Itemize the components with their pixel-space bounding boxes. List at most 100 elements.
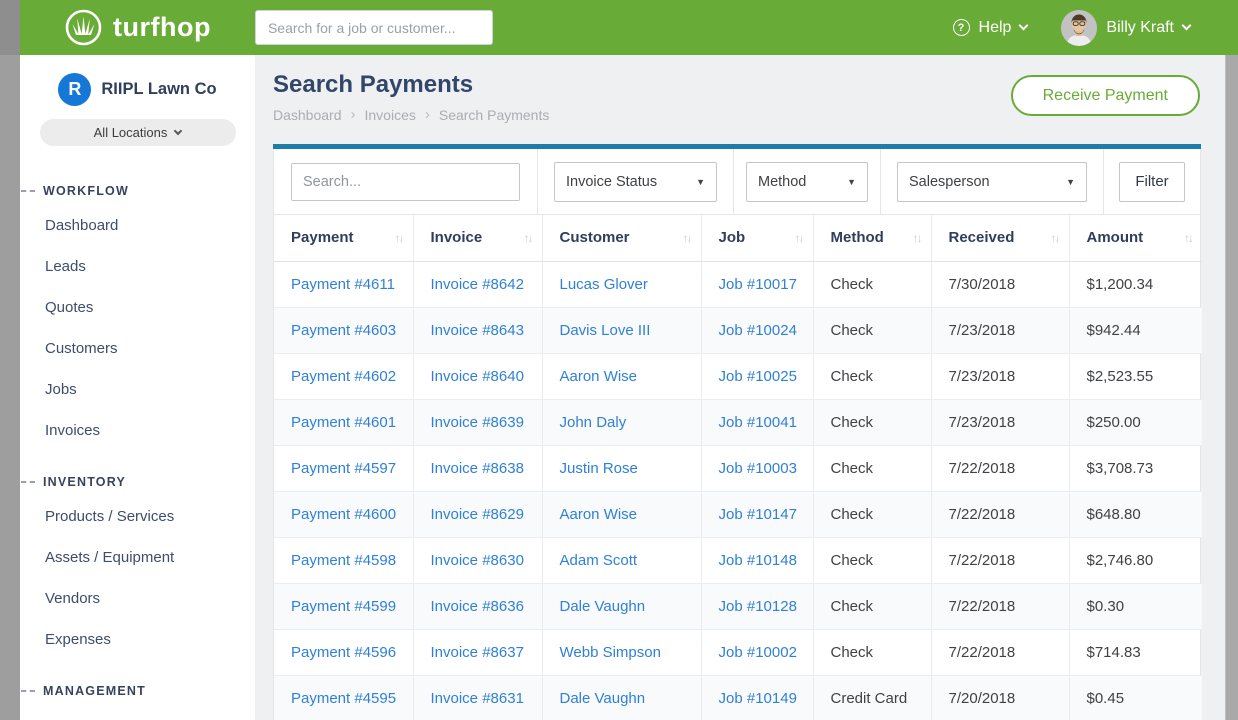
column-header-invoice[interactable]: Invoice↑↓ xyxy=(413,215,542,261)
column-header-amount[interactable]: Amount↑↓ xyxy=(1069,215,1202,261)
sidebar-item-assets-equipment[interactable]: Assets / Equipment xyxy=(20,537,255,578)
sidebar-item-leads[interactable]: Leads xyxy=(20,246,255,287)
customer-link[interactable]: Lucas Glover xyxy=(560,276,648,293)
payment-link[interactable]: Payment #4595 xyxy=(291,690,396,707)
invoice-link[interactable]: Invoice #8638 xyxy=(431,460,524,477)
cell-amount: $1,200.34 xyxy=(1069,261,1202,307)
job-link[interactable]: Job #10147 xyxy=(719,506,797,523)
cell-received: 7/23/2018 xyxy=(931,307,1069,353)
invoice-link[interactable]: Invoice #8639 xyxy=(431,414,524,431)
cell-method: Credit Card xyxy=(813,675,931,720)
payment-link[interactable]: Payment #4599 xyxy=(291,598,396,615)
customer-link[interactable]: Webb Simpson xyxy=(560,644,661,661)
job-link[interactable]: Job #10148 xyxy=(719,552,797,569)
invoice-link[interactable]: Invoice #8629 xyxy=(431,506,524,523)
sidebar-item-invoices[interactable]: Invoices xyxy=(20,410,255,451)
sidebar-item-jobs[interactable]: Jobs xyxy=(20,369,255,410)
cell-payment: Payment #4596 xyxy=(274,629,413,675)
job-link[interactable]: Job #10025 xyxy=(719,368,797,385)
cell-customer: Dale Vaughn xyxy=(542,675,701,720)
sidebar-item-dashboard[interactable]: Dashboard xyxy=(20,205,255,246)
column-header-payment[interactable]: Payment↑↓ xyxy=(274,215,413,261)
sidebar-item-vendors[interactable]: Vendors xyxy=(20,578,255,619)
filter-button-cell: Filter xyxy=(1104,149,1200,214)
method-select[interactable]: Method ▼ xyxy=(746,162,868,202)
sidebar-item-products-services[interactable]: Products / Services xyxy=(20,496,255,537)
customer-link[interactable]: John Daly xyxy=(560,414,627,431)
sort-icon[interactable]: ↑↓ xyxy=(683,231,691,245)
sidebar-item-customers[interactable]: Customers xyxy=(20,328,255,369)
job-link[interactable]: Job #10024 xyxy=(719,322,797,339)
invoice-link[interactable]: Invoice #8630 xyxy=(431,552,524,569)
job-link[interactable]: Job #10128 xyxy=(719,598,797,615)
column-header-received[interactable]: Received ↑↓ xyxy=(931,215,1069,261)
column-header-job[interactable]: Job↑↓ xyxy=(701,215,813,261)
cell-amount: $714.83 xyxy=(1069,629,1202,675)
job-link[interactable]: Job #10017 xyxy=(719,276,797,293)
invoice-link[interactable]: Invoice #8642 xyxy=(431,276,524,293)
filter-bar: Invoice Status ▼ Method ▼ Salesperson ▼ … xyxy=(274,149,1200,215)
cell-job: Job #10003 xyxy=(701,445,813,491)
column-header-method[interactable]: Method↑↓ xyxy=(813,215,931,261)
job-link[interactable]: Job #10002 xyxy=(719,644,797,661)
cell-amount: $648.80 xyxy=(1069,491,1202,537)
invoice-link[interactable]: Invoice #8640 xyxy=(431,368,524,385)
sort-icon[interactable]: ↑↓ xyxy=(395,231,403,245)
filter-button[interactable]: Filter xyxy=(1119,162,1185,202)
invoice-link[interactable]: Invoice #8637 xyxy=(431,644,524,661)
invoice-link[interactable]: Invoice #8643 xyxy=(431,322,524,339)
salesperson-select[interactable]: Salesperson ▼ xyxy=(897,162,1087,202)
sidebar-item-quotes[interactable]: Quotes xyxy=(20,287,255,328)
filter-status-cell: Invoice Status ▼ xyxy=(538,149,734,214)
global-search-input[interactable] xyxy=(255,10,493,45)
payment-link[interactable]: Payment #4603 xyxy=(291,322,396,339)
table-row: Payment #4599 Invoice #8636 Dale Vaughn Job… xyxy=(274,583,1202,629)
breadcrumb-item-dashboard[interactable]: Dashboard xyxy=(273,107,342,123)
locations-selector[interactable]: All Locations xyxy=(40,119,236,146)
payment-link[interactable]: Payment #4596 xyxy=(291,644,396,661)
invoice-link[interactable]: Invoice #8631 xyxy=(431,690,524,707)
sidebar-item-expenses[interactable]: Expenses xyxy=(20,619,255,660)
nav-section-workflow: WORKFLOW xyxy=(20,184,255,198)
column-header-customer[interactable]: Customer↑↓ xyxy=(542,215,701,261)
invoice-link[interactable]: Invoice #8636 xyxy=(431,598,524,615)
chevron-down-icon xyxy=(174,127,182,135)
brand[interactable]: turfhop xyxy=(64,8,211,47)
payment-link[interactable]: Payment #4600 xyxy=(291,506,396,523)
payment-link[interactable]: Payment #4598 xyxy=(291,552,396,569)
vertical-scrollbar[interactable] xyxy=(1225,55,1238,720)
left-edge-bar-top xyxy=(0,0,20,55)
help-icon: ? xyxy=(953,19,970,36)
sort-icon[interactable]: ↑↓ xyxy=(795,231,803,245)
sort-icon[interactable]: ↑↓ xyxy=(1184,231,1192,245)
job-link[interactable]: Job #10041 xyxy=(719,414,797,431)
sort-icon[interactable]: ↑↓ xyxy=(524,231,532,245)
receive-payment-button[interactable]: Receive Payment xyxy=(1011,75,1200,116)
select-arrow-icon: ▼ xyxy=(696,177,705,187)
sort-icon[interactable]: ↑↓ xyxy=(1051,231,1059,245)
customer-link[interactable]: Adam Scott xyxy=(560,552,638,569)
customer-link[interactable]: Dale Vaughn xyxy=(560,598,646,615)
customer-link[interactable]: Davis Love III xyxy=(560,322,651,339)
column-label: Received xyxy=(949,229,1015,246)
job-link[interactable]: Job #10003 xyxy=(719,460,797,477)
scrollbar-thumb[interactable] xyxy=(1225,55,1238,720)
payment-link[interactable]: Payment #4601 xyxy=(291,414,396,431)
section-dashes-icon xyxy=(21,190,35,192)
payment-link[interactable]: Payment #4611 xyxy=(291,276,395,293)
payment-link[interactable]: Payment #4602 xyxy=(291,368,396,385)
table-row: Payment #4611 Invoice #8642 Lucas Glover Jo… xyxy=(274,261,1202,307)
invoice-status-select[interactable]: Invoice Status ▼ xyxy=(554,162,717,202)
user-menu[interactable]: Billy Kraft xyxy=(1061,10,1190,46)
breadcrumb-item-invoices[interactable]: Invoices xyxy=(365,107,416,123)
payment-link[interactable]: Payment #4597 xyxy=(291,460,396,477)
customer-link[interactable]: Aaron Wise xyxy=(560,506,638,523)
customer-link[interactable]: Aaron Wise xyxy=(560,368,638,385)
sort-icon[interactable]: ↑↓ xyxy=(913,231,921,245)
job-link[interactable]: Job #10149 xyxy=(719,690,797,707)
customer-link[interactable]: Dale Vaughn xyxy=(560,690,646,707)
company-row: R RIIPL Lawn Co xyxy=(20,72,255,106)
customer-link[interactable]: Justin Rose xyxy=(560,460,638,477)
table-search-input[interactable] xyxy=(291,163,520,201)
help-menu[interactable]: ? Help xyxy=(953,19,1028,37)
